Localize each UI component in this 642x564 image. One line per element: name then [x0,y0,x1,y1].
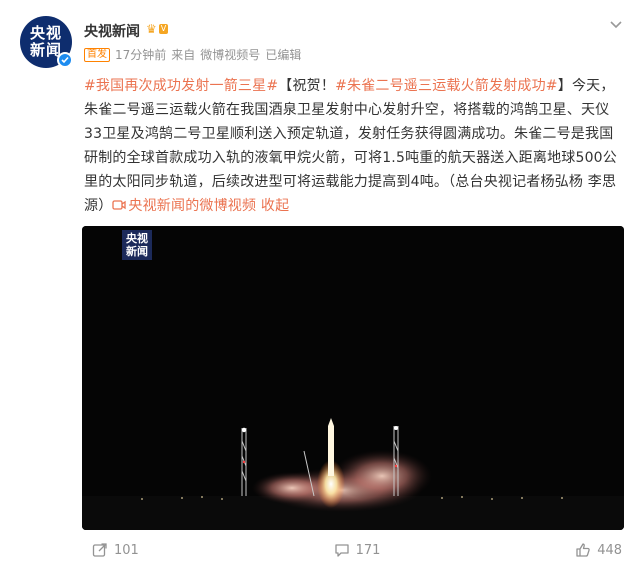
vip-crown-icon[interactable]: ♛ V [146,22,182,36]
watermark-text-bottom: 新闻 [126,245,148,258]
author-name[interactable]: 央视新闻 [84,21,140,41]
comment-count: 171 [355,542,381,558]
video-player[interactable]: 央视 新闻 [82,226,624,530]
video-link-label: 央视新闻的微博视频 [128,198,257,214]
weibo-post-card: 央视 新闻 央视新闻 ♛ V 首发 17分钟前 来自 微博视频号 已编辑 #我国… [0,0,642,564]
video-icon [112,200,127,210]
post-content: #我国再次成功发射一箭三星#【祝贺！#朱雀二号遥三运载火箭发射成功#】今天，朱雀… [84,74,624,218]
like-button[interactable]: 448 [445,536,624,564]
rocket-launch-scene [82,226,624,530]
verified-badge-icon [57,52,73,68]
post-text: 】今天，朱雀二号遥三运载火箭在我国酒泉卫星发射中心发射升空，将搭载的鸿鹄卫星、天… [84,78,617,214]
post-time[interactable]: 17分钟前 [115,46,166,63]
first-release-badge: 首发 [84,47,110,62]
comment-icon [334,544,349,557]
avatar-text-top: 央视 [29,24,62,42]
thumbs-up-icon [576,543,590,557]
comment-button[interactable]: 171 [269,536,446,564]
share-icon [92,543,107,557]
like-count: 448 [597,542,623,558]
collapse-link[interactable]: 收起 [261,198,289,214]
chevron-down-icon[interactable] [608,16,624,32]
post-actions-bar: 101 171 448 [84,536,624,564]
post-text: 【祝贺！ [278,78,336,94]
edited-label[interactable]: 已编辑 [265,46,301,63]
watermark-text-top: 央视 [126,232,148,245]
hashtag-link[interactable]: #我国再次成功发射一箭三星# [84,78,278,94]
cctv-news-watermark: 央视 新闻 [122,230,152,260]
post-source[interactable]: 微博视频号 [200,46,260,63]
vip-level-badge: V [158,24,169,34]
source-prefix: 来自 [171,48,196,62]
avatar[interactable]: 央视 新闻 [20,16,73,68]
share-count: 101 [114,542,139,558]
share-button[interactable]: 101 [84,536,269,564]
hashtag-link[interactable]: #朱雀二号遥三运载火箭发射成功# [335,78,558,94]
post-meta: 首发 17分钟前 来自 微博视频号 已编辑 [84,46,306,63]
video-link[interactable]: 央视新闻的微博视频 [112,198,256,214]
